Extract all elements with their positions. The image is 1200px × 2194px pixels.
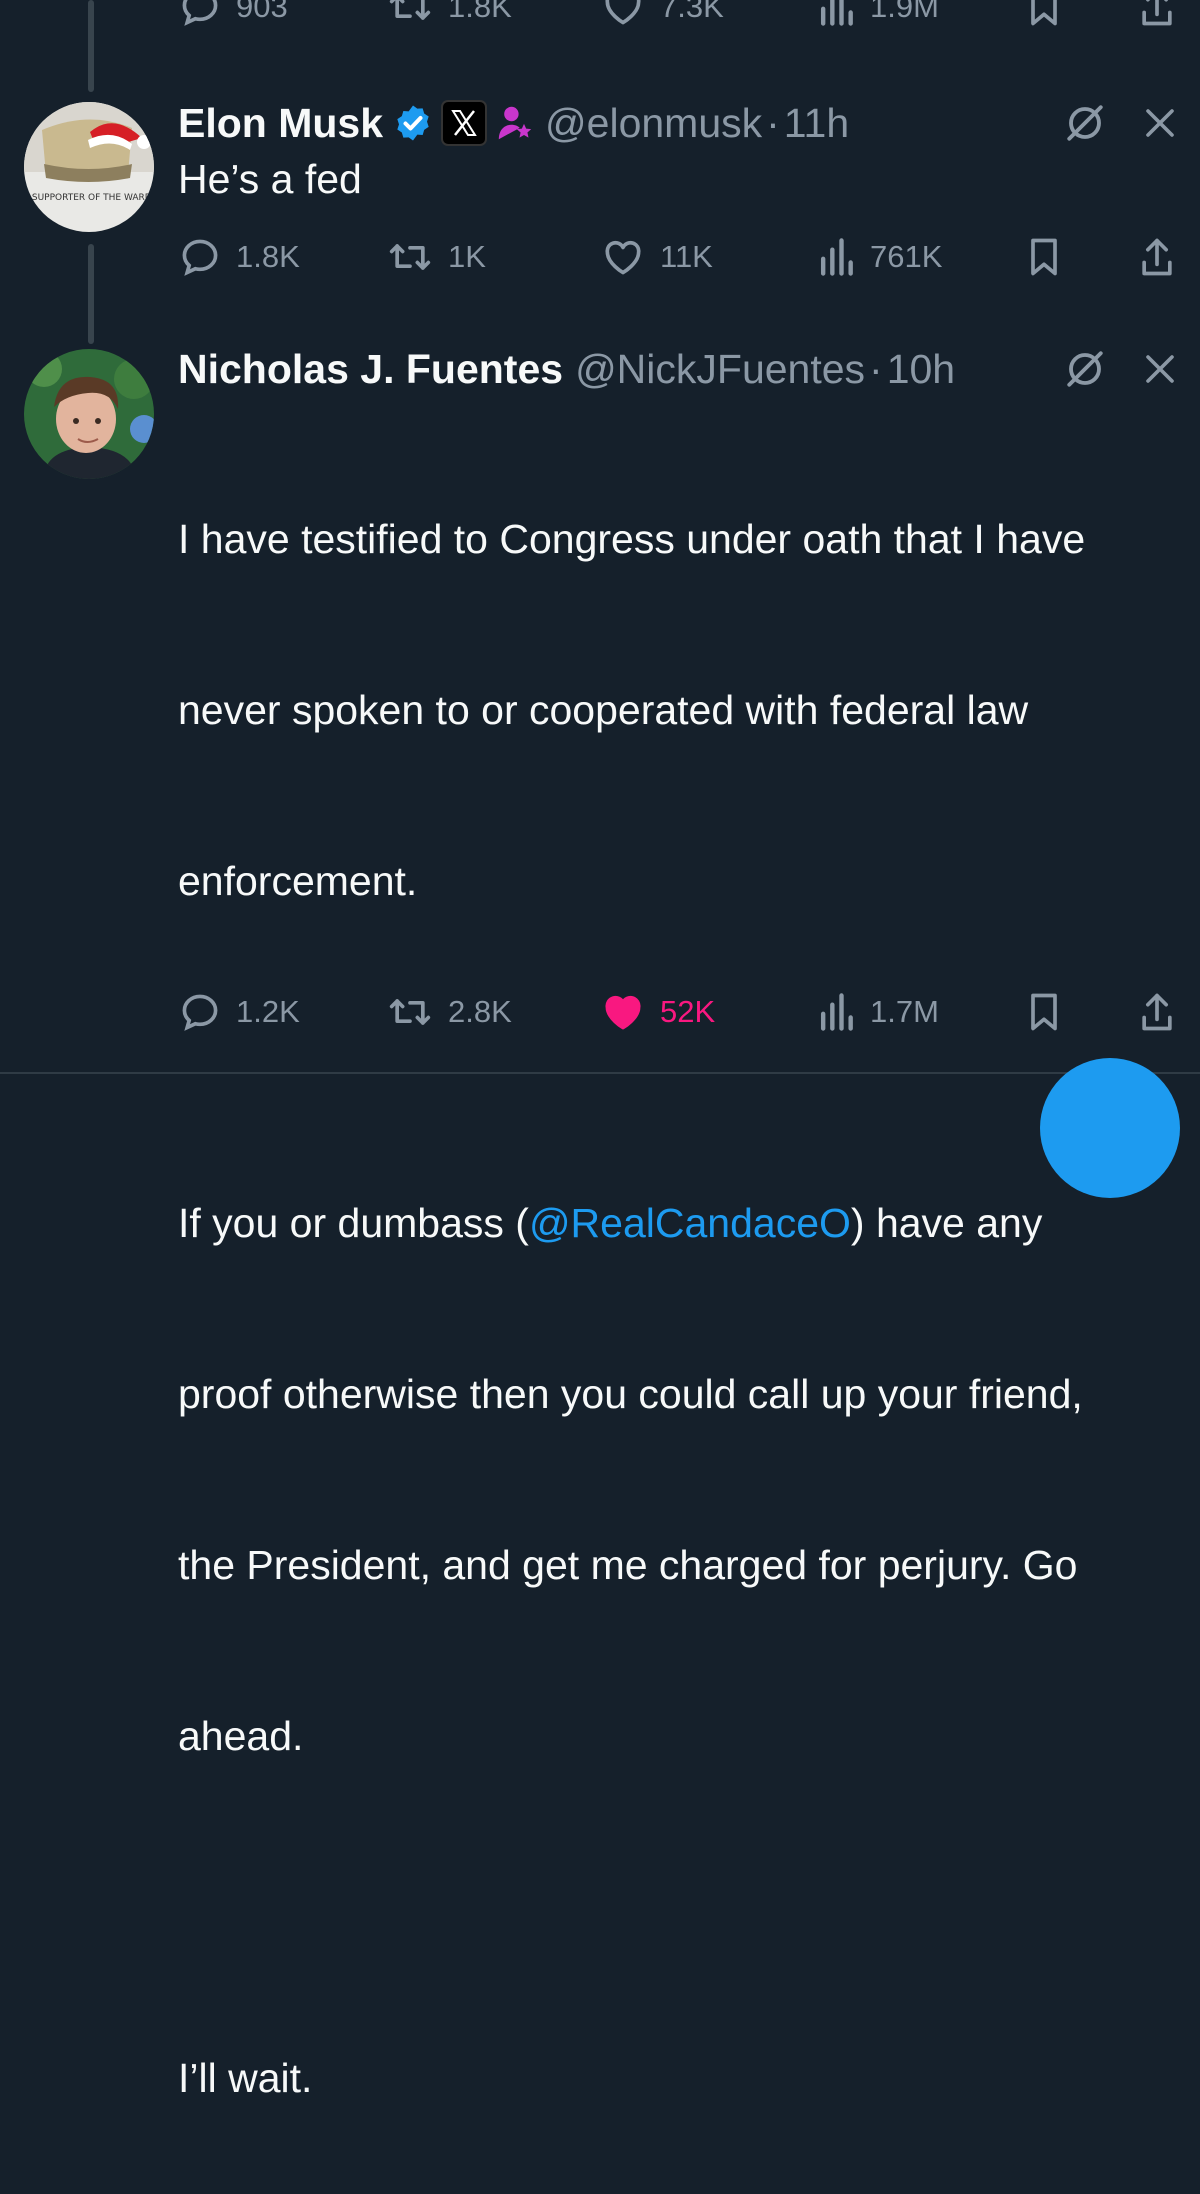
separator-dot: ·	[766, 99, 780, 146]
tweet-text: He’s a fed	[178, 156, 362, 202]
tweet-fuentes-actions: 1.2K 2.8K 52K 1.7M	[178, 987, 1178, 1037]
compose-fab-button[interactable]	[1040, 1058, 1180, 1198]
bookmark-icon	[1031, 0, 1057, 26]
repost-button[interactable]: 2.8K	[386, 987, 512, 1037]
reply-icon	[182, 239, 218, 276]
grok-icon[interactable]	[1064, 102, 1106, 144]
repost-count: 2.8K	[448, 994, 512, 1029]
views-button[interactable]: 761K	[816, 232, 942, 282]
share-button[interactable]	[1138, 987, 1190, 1037]
repost-count: 1K	[448, 239, 486, 274]
x-logo-icon	[441, 100, 488, 146]
timestamp[interactable]: 11h	[784, 100, 849, 147]
text-line: I have testified to Congress under oath …	[178, 516, 1086, 562]
share-icon	[1142, 0, 1172, 26]
share-button[interactable]	[1138, 232, 1190, 282]
repost-icon	[389, 0, 431, 20]
repost-button[interactable]: 1K	[386, 232, 486, 282]
thread-line-middle	[88, 244, 94, 344]
repost-icon	[389, 999, 431, 1025]
display-name[interactable]: Elon Musk	[178, 100, 383, 147]
affiliate-badge	[497, 103, 533, 143]
text-line: If you or dumbass (@RealCandaceO) have a…	[178, 1195, 1200, 1252]
bookmark-icon	[1031, 238, 1057, 276]
prev-reply-count: 903	[236, 0, 288, 24]
reply-count: 1.2K	[236, 994, 300, 1029]
prev-bookmark-button[interactable]	[1026, 0, 1076, 32]
like-count: 52K	[660, 994, 716, 1029]
views-button[interactable]: 1.7M	[816, 987, 939, 1037]
verified-icon	[397, 105, 429, 141]
header-actions	[1064, 95, 1178, 151]
prev-like-count: 7.3K	[660, 0, 724, 24]
avatar-image	[24, 349, 154, 479]
share-icon	[1142, 993, 1172, 1031]
like-button[interactable]: 11K	[600, 232, 713, 282]
reply-button[interactable]: 1.2K	[178, 987, 300, 1037]
text-line: ahead.	[178, 1713, 304, 1759]
prev-views-button[interactable]: 1.9M	[816, 0, 939, 32]
like-icon	[605, 240, 641, 275]
tweet-elon-actions: 1.8K 1K 11K 761K	[178, 232, 1178, 282]
like-count: 11K	[660, 239, 713, 274]
thread-line-top	[88, 0, 94, 92]
text-line: never spoken to or cooperated with feder…	[178, 687, 1029, 733]
like-icon	[605, 0, 641, 25]
reply-count: 1.8K	[236, 239, 300, 274]
views-count: 761K	[870, 239, 943, 274]
tweet-header: Nicholas J. Fuentes @NickJFuentes · 10h	[178, 341, 1200, 397]
prev-repost-button[interactable]: 1.8K	[386, 0, 512, 32]
bookmark-icon	[1031, 993, 1057, 1031]
like-icon	[605, 995, 641, 1030]
views-count: 1.7M	[870, 994, 939, 1029]
verified-badge	[393, 103, 433, 143]
text-fragment: ) have any	[850, 1200, 1043, 1246]
text-line: enforcement.	[178, 858, 418, 904]
header-actions	[1064, 341, 1178, 397]
prev-like-button[interactable]: 7.3K	[600, 0, 724, 32]
views-icon	[820, 0, 853, 26]
tweet-text: I have testified to Congress under oath …	[178, 397, 1200, 2194]
like-button[interactable]: 52K	[600, 987, 715, 1037]
tweet-divider	[0, 1072, 1200, 1074]
user-handle[interactable]: @NickJFuentes	[575, 346, 865, 393]
mention-link[interactable]: @RealCandaceO	[529, 1200, 851, 1246]
reply-icon	[182, 0, 218, 26]
views-icon	[820, 238, 853, 276]
repost-icon	[389, 244, 431, 270]
avatar-image: TOP SUPPORTER OF THE WARRIOR	[24, 102, 154, 232]
share-icon	[1142, 238, 1172, 276]
prev-tweet-actions: 903 1.8K 7.3K 1.9M	[178, 0, 1178, 32]
tweet-header: Elon Musk @elonmusk · 11h	[178, 95, 1200, 151]
separator-dot: ·	[869, 345, 883, 392]
close-icon[interactable]	[1142, 105, 1178, 141]
text-line: the President, and get me charged for pe…	[178, 1542, 1078, 1588]
bookmark-button[interactable]	[1026, 232, 1076, 282]
bookmark-button[interactable]	[1026, 987, 1076, 1037]
avatar-fuentes[interactable]	[24, 349, 154, 479]
x-affiliation-badge[interactable]	[441, 100, 488, 146]
avatar-elon[interactable]: TOP SUPPORTER OF THE WARRIOR	[24, 102, 154, 232]
timestamp[interactable]: 10h	[887, 346, 955, 393]
views-icon	[820, 993, 853, 1031]
prev-share-button[interactable]	[1138, 0, 1190, 32]
display-name[interactable]: Nicholas J. Fuentes	[178, 346, 563, 393]
affiliate-icon	[498, 106, 532, 140]
prev-reply-button[interactable]: 903	[178, 0, 288, 32]
avatar-label: TOP SUPPORTER OF THE WARRIOR	[24, 193, 154, 203]
prev-repost-count: 1.8K	[448, 0, 512, 24]
user-handle[interactable]: @elonmusk	[545, 100, 762, 147]
reply-button[interactable]: 1.8K	[178, 232, 300, 282]
tweet-fuentes[interactable]: Nicholas J. Fuentes @NickJFuentes · 10h …	[178, 341, 1200, 2194]
text-line: proof otherwise then you could call up y…	[178, 1371, 1083, 1417]
text-fragment: If you or dumbass (	[178, 1200, 529, 1246]
tweet-elon[interactable]: Elon Musk @elonmusk · 11h He’s a fed	[178, 95, 1200, 208]
text-line: I’ll wait.	[178, 2055, 313, 2101]
reply-icon	[182, 994, 218, 1031]
prev-views-count: 1.9M	[870, 0, 939, 24]
close-icon[interactable]	[1142, 351, 1178, 387]
grok-icon[interactable]	[1064, 348, 1106, 390]
